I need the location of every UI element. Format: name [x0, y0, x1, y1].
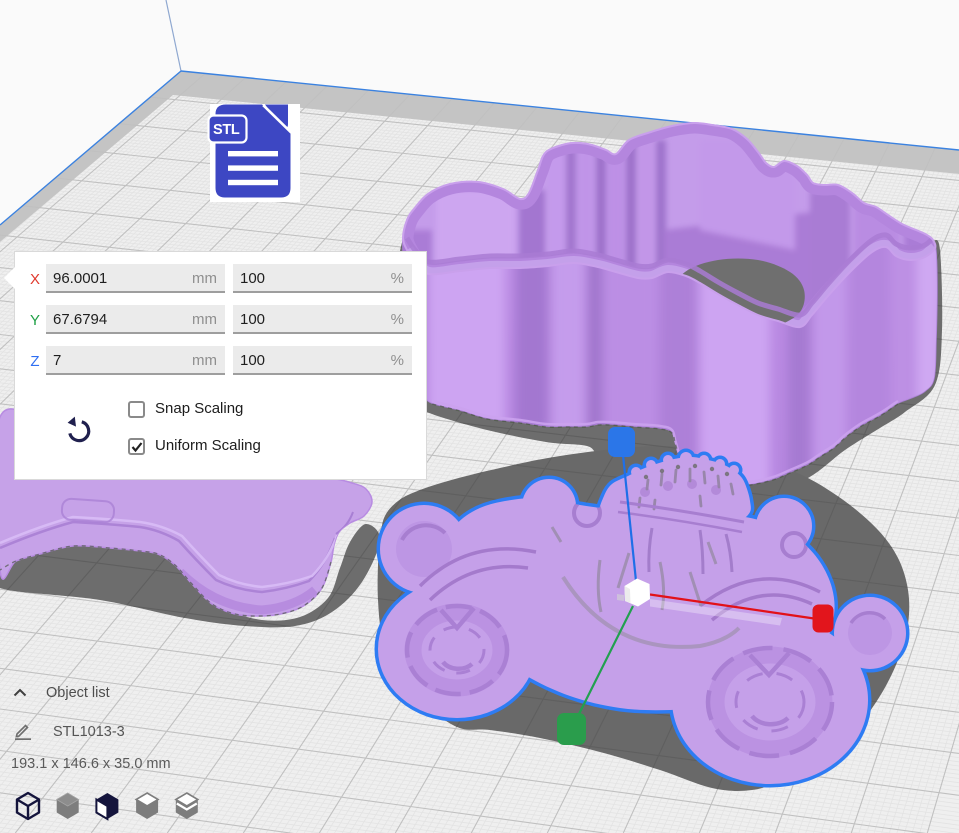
svg-text:STL: STL — [213, 122, 240, 138]
